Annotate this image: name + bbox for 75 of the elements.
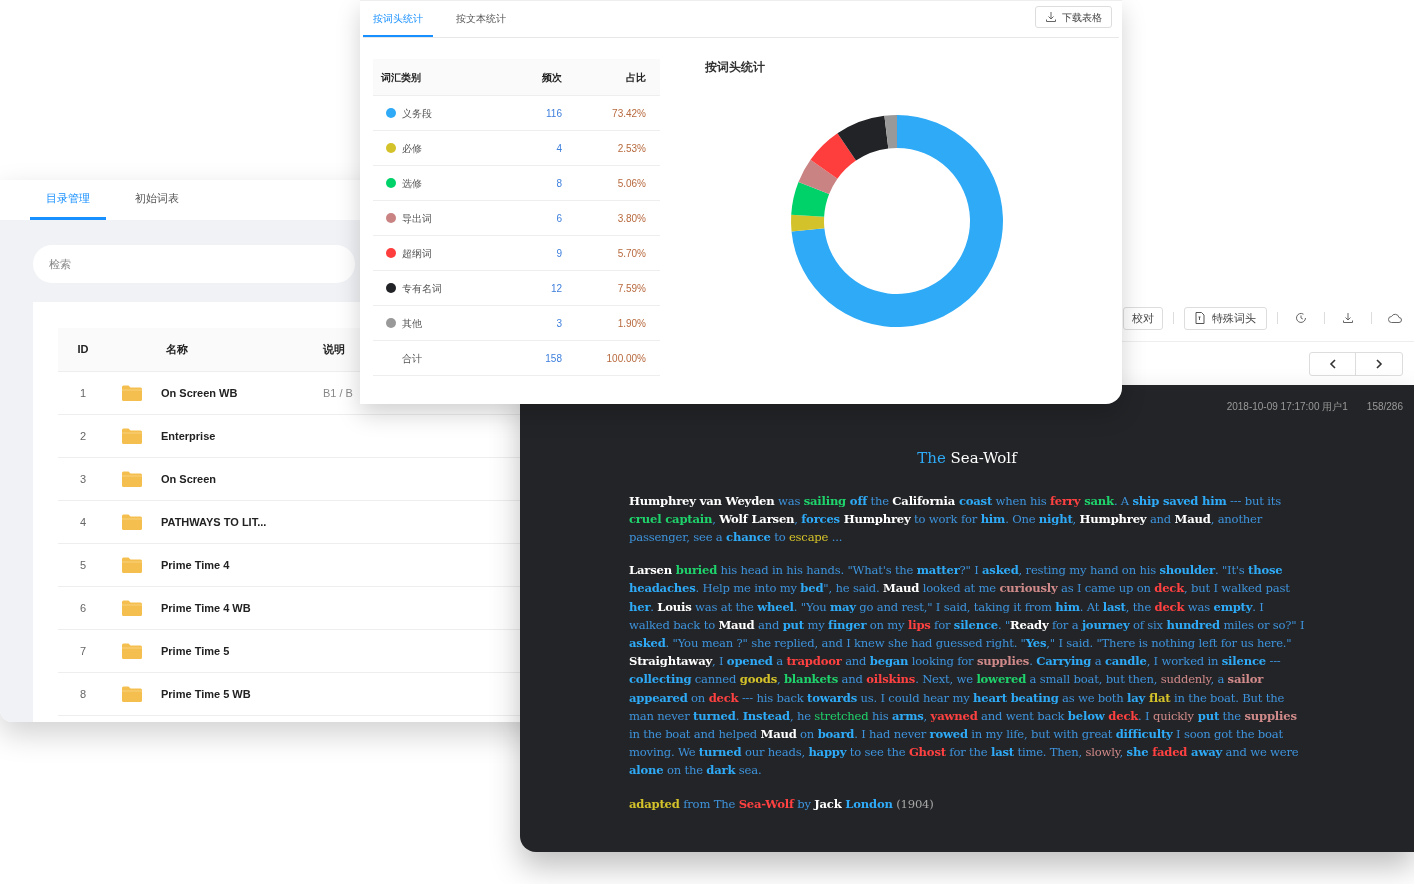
table-cell-text: 5.06% [616, 176, 646, 191]
story-title: The Sea-Wolf [916, 448, 1019, 469]
table-cell-text: Prime Time 4 WB [161, 600, 252, 616]
document-icon [1195, 312, 1205, 324]
table-cell-text: 2 [78, 428, 88, 444]
table-cell-text: On Screen WB [161, 385, 239, 401]
table-cell-text: 5.70% [616, 246, 646, 261]
column-header: 词汇类别 [381, 70, 422, 85]
category-label: 合计 [402, 351, 422, 366]
table-cell-text: Prime Time 5 WB [161, 686, 252, 702]
story-paragraph: adapted from The Sea-Wolf by Jack London (1904) [629, 795, 935, 813]
category-label: 其他 [402, 316, 422, 331]
chart-title: 按词头统计 [704, 59, 766, 75]
table-cell-text: 6 [78, 600, 88, 616]
table-cell-text: 3.80% [616, 211, 646, 226]
table-cell-text: 73.42% [611, 106, 646, 121]
search-field[interactable]: 检索 [33, 245, 355, 283]
table-cell-text: PATHWAYS TO LIT... [161, 514, 268, 530]
table-cell-text: 4 [78, 514, 88, 530]
table-cell-text: Prime Time 4 [161, 557, 231, 573]
table-cell-text: 6 [555, 211, 562, 226]
download-table-button[interactable]: 下载表格 [1035, 6, 1112, 28]
category-label: 必修 [402, 141, 422, 156]
table-cell-text: 12 [549, 281, 562, 296]
category-label: 选修 [402, 176, 422, 191]
table-cell-text: 9 [555, 246, 562, 261]
table-cell-text: 1 [78, 385, 88, 401]
folder-icon [122, 471, 142, 487]
column-header: 占比 [625, 70, 646, 85]
page-counter: 158/286 [1366, 400, 1403, 414]
table-cell-text: 7.59% [616, 281, 646, 296]
folder-icon [122, 600, 142, 616]
folder-icon [122, 428, 142, 444]
table-cell-text: 3 [555, 316, 562, 331]
clock-icon [1295, 312, 1307, 324]
chevron-left-icon [1328, 358, 1337, 369]
cloud-icon [1388, 313, 1402, 323]
table-cell-text: 7 [78, 643, 88, 659]
category-label: 义务段 [402, 106, 432, 121]
table-cell-text: 2.53% [616, 141, 646, 156]
download-icon [1342, 312, 1354, 324]
folder-icon [122, 643, 142, 659]
table-cell-text: Enterprise [161, 428, 217, 444]
download-icon [1045, 11, 1057, 23]
tab[interactable]: 初始词表 [135, 180, 179, 220]
table-cell-text: 100.00% [605, 351, 646, 366]
story-paragraph: Humphrey van Weyden was sailing off the California coast when his ferry sank. A ship saved him --- but its cruel captain, Wolf Larsen, forces Humphrey to work for him. One night, Humphrey and Maud, another passenger, see a chance to escape ... [629, 492, 1282, 546]
story-paragraph: Larsen buried his head in his hands. "What's the matter?" I asked, resting my hand on his shoulder. "It's those headaches. Help me into my bed", he said. Maud looked at me curiously as I came up on deck, but I walked past her. Louis was at the wheel. "You may go and rest," I said, taking it from him. At last, the deck was empty. I walked back to Maud and put my finger on my lips for silence. "Ready for a journey of six hundred miles or so?" I asked. "You mean ?" she replied, and I knew she had guessed right. "Yes," I said. "There is nothing left for us here." Straightaway, I opened a trapdoor and began looking for supplies. Carrying a candle, I worked in silence --- collecting canned goods, blankets and oilskins. Next, we lowered a small boat, but then, suddenly, a sailor appeared on deck --- his back towards us. I could hear my heart beating as we both lay flat in the boat. But the man never turned. Instead, he stretched his arms, yawned and went back below deck. I quickly put the supplies in the boat and helped Maud on board. I had never rowed in my life, but with great difficulty I soon got the boat moving. We turned our heads, happy to see the Ghost for the last time. Then, slowly, she faded away and we were alone on the dark sea. [629, 562, 1306, 780]
table-cell-text: 8 [555, 176, 562, 191]
table-cell-text: 1.90% [616, 316, 646, 331]
column-header: 名称 [165, 342, 189, 358]
table-cell-text: 116 [545, 106, 562, 121]
category-label: 超纲词 [402, 246, 432, 261]
folder-icon [122, 686, 142, 702]
folder-icon [122, 557, 142, 573]
chevron-right-icon [1375, 358, 1383, 369]
special-terms-button[interactable]: 特殊词头 [1184, 306, 1267, 330]
timestamp: 2018-10-09 17:17:00 用户1 [1226, 400, 1348, 414]
table-cell-text: Prime Time 5 [161, 643, 231, 659]
category-label: 专有名词 [402, 281, 442, 296]
proofread-button[interactable]: 校对 [1123, 306, 1163, 330]
folder-icon [122, 514, 142, 530]
column-header: 说明 [323, 342, 346, 358]
table-cell-text: On Screen [161, 471, 218, 487]
table-cell-text: 8 [78, 686, 88, 702]
column-header: 频次 [541, 70, 562, 85]
folder-icon [122, 385, 142, 401]
table-cell-text: 5 [78, 557, 88, 573]
table-cell-text: 3 [78, 471, 88, 487]
category-label: 导出词 [402, 211, 432, 226]
table-cell-text: 158 [544, 351, 562, 366]
table-cell-text: B1 / B [323, 385, 354, 401]
tab[interactable]: 按文本统计 [433, 1, 529, 37]
column-header: ID [76, 342, 90, 358]
table-cell-text: 4 [555, 141, 562, 156]
